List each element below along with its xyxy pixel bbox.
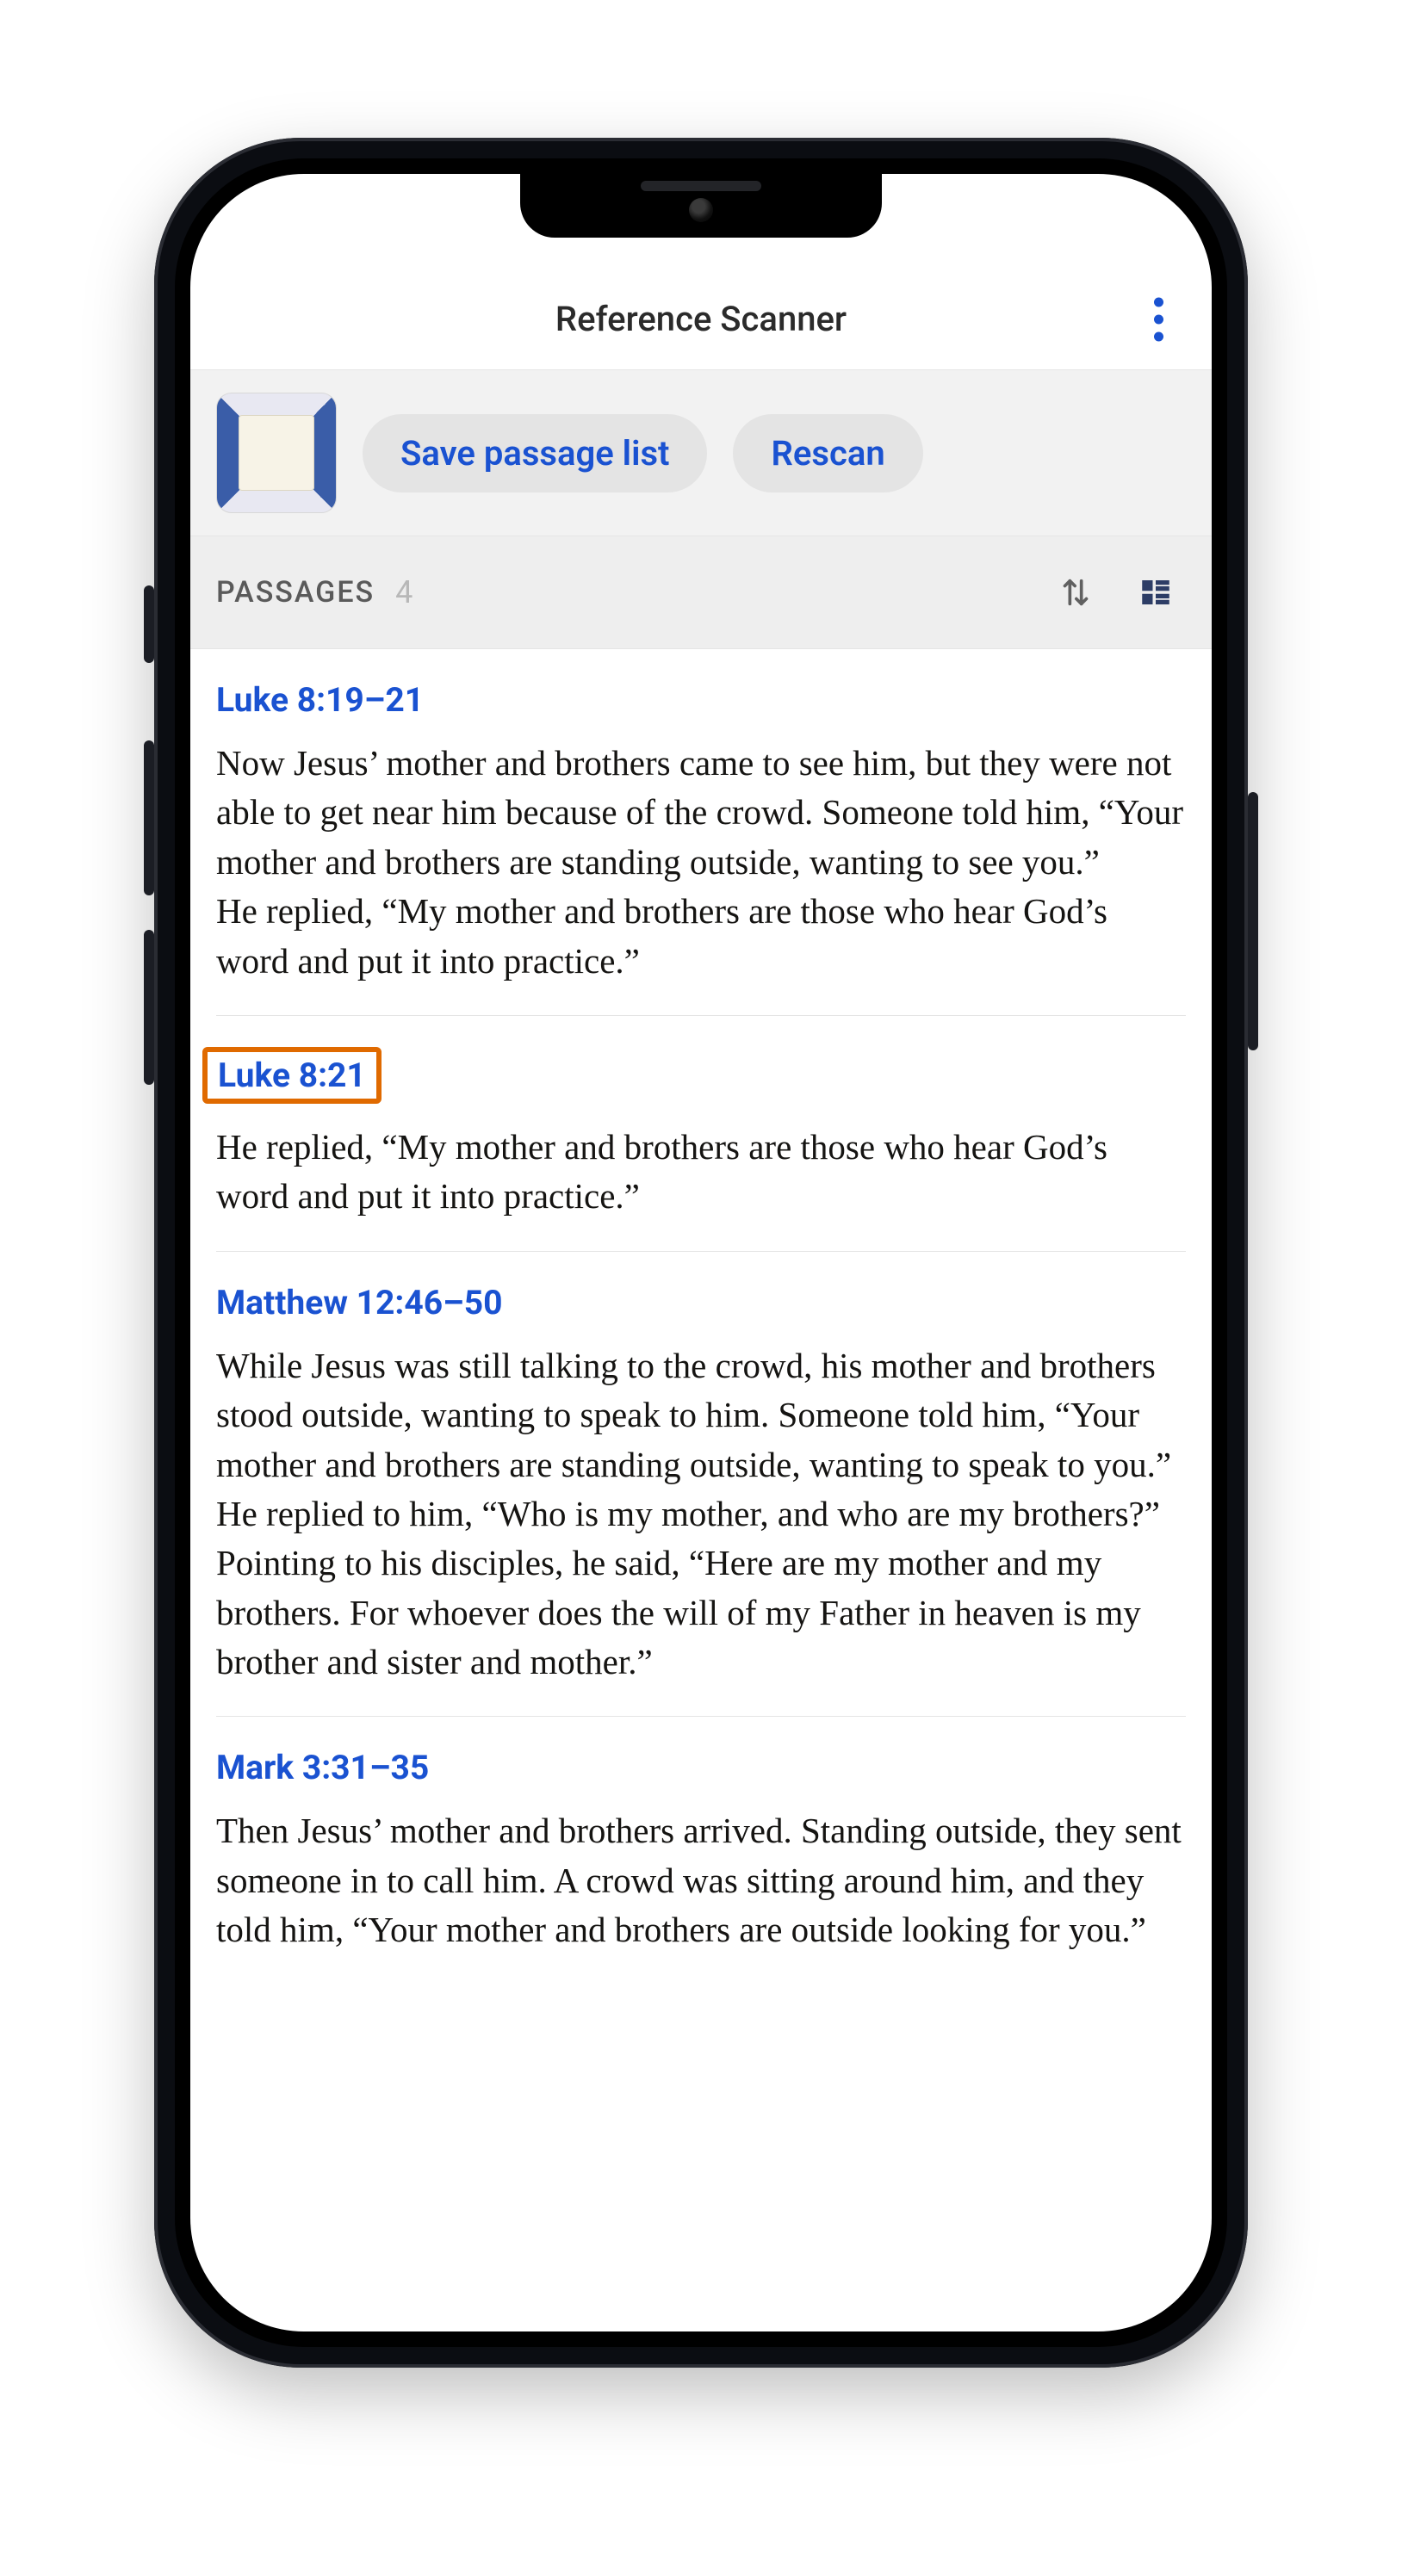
view-toggle-button[interactable] xyxy=(1126,562,1186,622)
passage-entry[interactable]: Luke 8:19–21 Now Jesus’ mother and brothe… xyxy=(216,649,1186,1016)
sort-arrows-icon xyxy=(1058,575,1093,610)
phone-speaker xyxy=(641,181,761,191)
action-strip: Save passage list Rescan xyxy=(190,370,1212,536)
passage-entry[interactable]: Matthew 12:46–50 While Jesus was still ta… xyxy=(216,1252,1186,1718)
phone-notch xyxy=(520,174,882,238)
app-bar: Reference Scanner xyxy=(190,269,1212,370)
view-list-icon xyxy=(1138,574,1174,610)
passage-reference-link[interactable]: Mark 3:31–35 xyxy=(216,1748,429,1787)
page-title: Reference Scanner xyxy=(555,299,847,339)
more-vert-icon xyxy=(1154,297,1163,307)
passage-reference-link[interactable]: Luke 8:21 xyxy=(202,1047,382,1104)
save-passage-list-button[interactable]: Save passage list xyxy=(363,414,707,492)
passages-count: 4 xyxy=(395,574,413,610)
scan-thumbnail[interactable] xyxy=(216,393,337,513)
passages-label: PASSAGES xyxy=(216,575,375,610)
screen: Reference Scanner Save passage list Resc… xyxy=(190,174,1212,2331)
phone-volume-up xyxy=(144,740,154,895)
sort-button[interactable] xyxy=(1046,563,1105,622)
passages-list[interactable]: Luke 8:19–21 Now Jesus’ mother and brothe… xyxy=(190,649,1212,2331)
passage-entry[interactable]: Mark 3:31–35 Then Jesus’ mother and broth… xyxy=(216,1717,1186,1984)
phone-power-button xyxy=(1248,792,1258,1050)
phone-mute-switch xyxy=(144,585,154,663)
passage-reference-link[interactable]: Luke 8:19–21 xyxy=(216,680,424,720)
phone-frame: Reference Scanner Save passage list Resc… xyxy=(154,138,1248,2368)
rescan-button[interactable]: Rescan xyxy=(733,414,922,492)
passage-text: Now Jesus’ mother and brothers came to s… xyxy=(216,739,1186,986)
passage-text: Then Jesus’ mother and brothers arrived.… xyxy=(216,1806,1186,1954)
more-menu-button[interactable] xyxy=(1140,283,1177,355)
phone-camera xyxy=(689,198,713,222)
passage-reference-link[interactable]: Matthew 12:46–50 xyxy=(216,1283,502,1322)
phone-volume-down xyxy=(144,930,154,1085)
passages-header: PASSAGES 4 xyxy=(190,536,1212,649)
passage-entry[interactable]: Luke 8:21He replied, “My mother and brot… xyxy=(216,1016,1186,1252)
passage-text: While Jesus was still talking to the cro… xyxy=(216,1341,1186,1687)
passage-text: He replied, “My mother and brothers are … xyxy=(216,1123,1186,1222)
